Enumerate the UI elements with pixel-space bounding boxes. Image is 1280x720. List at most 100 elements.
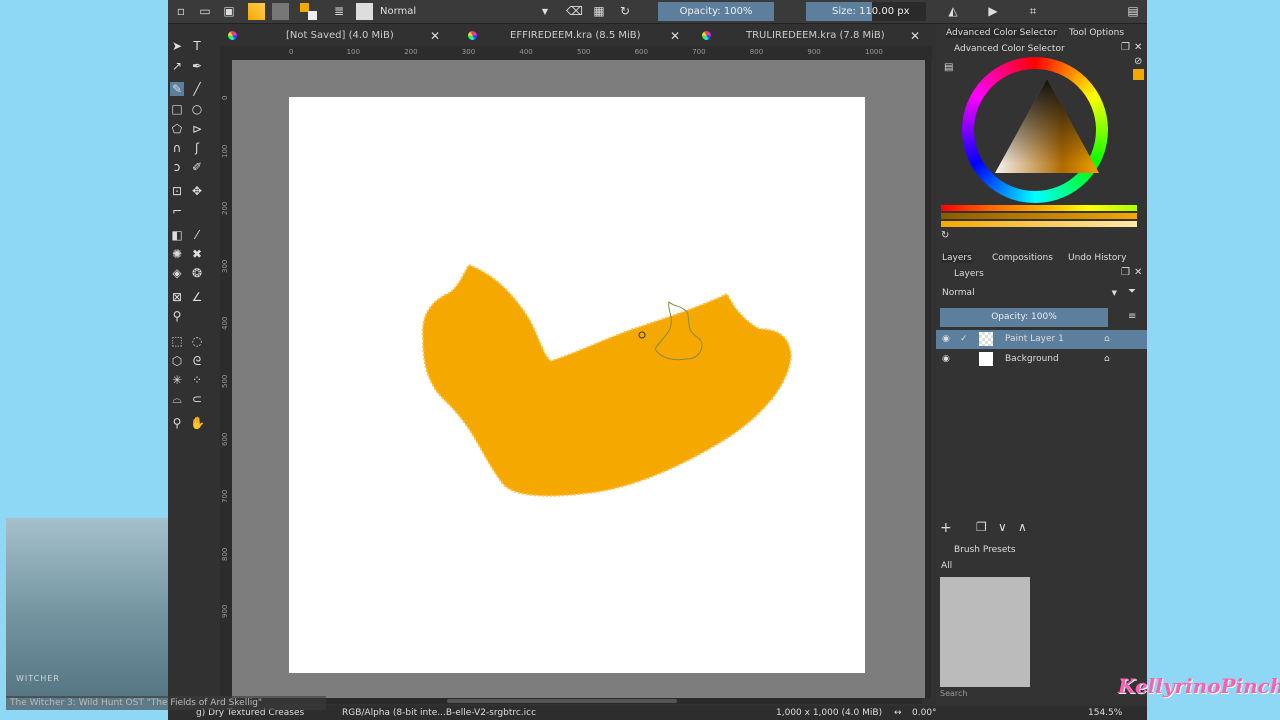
fill-tool-icon[interactable]: ◈ <box>170 266 184 280</box>
horizontal-scrollbar[interactable] <box>232 698 922 704</box>
close-icon[interactable]: ✕ <box>670 26 680 46</box>
reference-tool-icon[interactable]: ⚲ <box>170 309 184 323</box>
tab-layers[interactable]: Layers <box>942 253 972 263</box>
refresh-icon[interactable]: ↻ <box>941 230 949 241</box>
crop-icon[interactable]: ⌗ <box>1026 4 1040 18</box>
size-slider[interactable]: Size: 110.00 px <box>806 2 926 21</box>
eye-icon[interactable]: ◉ <box>942 350 950 369</box>
close-icon[interactable]: ✕ <box>430 26 440 46</box>
brush-preset-icon[interactable] <box>356 3 373 20</box>
float-icon[interactable]: ❐ <box>1121 42 1130 53</box>
transform-tool-icon[interactable]: ⊡ <box>170 184 184 198</box>
alpha-lock-icon[interactable]: ▦ <box>592 4 606 18</box>
background-color-swatch[interactable] <box>308 11 317 20</box>
no-color-icon[interactable]: ⊘ <box>1134 56 1142 67</box>
current-color-swatch[interactable] <box>1133 69 1144 80</box>
tab-compositions[interactable]: Compositions <box>992 253 1053 263</box>
presets-filter[interactable]: All <box>941 561 952 571</box>
edit-shapes-icon[interactable]: ↗ <box>170 59 184 73</box>
mirror-vertical-icon[interactable]: ▶ <box>986 4 1000 18</box>
layer-blend-dropdown[interactable]: Normal ▼ <box>939 285 1121 301</box>
status-rotation[interactable]: 0.00° <box>912 708 937 718</box>
move-up-icon[interactable]: ∧ <box>1018 520 1027 534</box>
freehand-path-icon[interactable]: ʃ <box>190 141 204 155</box>
move-down-icon[interactable]: ∨ <box>998 520 1007 534</box>
colorize-mask-icon[interactable]: ✺ <box>170 247 184 261</box>
color-wheel[interactable] <box>962 57 1108 203</box>
calligraphy-icon[interactable]: ✒ <box>190 59 204 73</box>
ellipse-select-icon[interactable]: ◌ <box>190 334 204 348</box>
open-folder-icon[interactable]: ▭ <box>198 4 212 18</box>
measure-tool-icon[interactable]: ∠ <box>190 290 204 304</box>
smart-patch-icon[interactable]: ✖ <box>190 247 204 261</box>
reload-preset-icon[interactable]: ↻ <box>618 4 632 18</box>
check-icon[interactable]: ✓ <box>960 330 968 349</box>
tab-advanced-color-selector[interactable]: Advanced Color Selector <box>946 28 1057 38</box>
opacity-slider[interactable]: Opacity: 100% <box>658 2 774 21</box>
polyline-tool-icon[interactable]: ⊳ <box>190 122 204 136</box>
lock-icon[interactable]: ⌂ <box>1104 350 1110 369</box>
color-triangle[interactable] <box>995 79 1099 173</box>
status-zoom[interactable]: 154.5% <box>1088 708 1122 718</box>
pattern-swatch[interactable] <box>272 3 289 20</box>
zoom-tool-icon[interactable]: ⚲ <box>170 416 184 430</box>
add-layer-icon[interactable]: + <box>940 520 952 536</box>
workspace-icon[interactable]: ▤ <box>1126 4 1140 18</box>
close-icon[interactable]: ✕ <box>1134 267 1142 278</box>
text-tool-icon[interactable]: T <box>190 39 204 53</box>
new-document-icon[interactable]: ▫ <box>174 4 188 18</box>
canvas[interactable] <box>289 97 865 673</box>
polygon-select-icon[interactable]: ⬡ <box>170 354 184 368</box>
close-icon[interactable]: ✕ <box>910 26 920 46</box>
filter-icon[interactable]: ⏷ <box>1128 286 1136 297</box>
lock-icon[interactable]: ⌂ <box>1104 330 1110 349</box>
tab-not-saved[interactable]: [Not Saved] (4.0 MiB) ✕ <box>228 26 440 46</box>
color-settings-icon[interactable]: ▤ <box>944 62 953 73</box>
brush-preset-grid[interactable] <box>940 577 1030 687</box>
polygon-tool-icon[interactable]: ⬠ <box>170 122 184 136</box>
close-icon[interactable]: ✕ <box>1134 42 1142 53</box>
multibrush-icon[interactable]: ✐ <box>190 160 204 174</box>
gradient-tool-icon[interactable]: ◧ <box>170 228 184 242</box>
enclose-fill-icon[interactable]: ❂ <box>190 266 204 280</box>
eraser-icon[interactable]: ⌫ <box>566 4 583 18</box>
layer-row[interactable]: ◉ Background ⌂ <box>936 350 1147 369</box>
blend-mode-dropdown[interactable]: Normal ▼ <box>376 3 552 21</box>
horizontal-scroll-thumb[interactable] <box>447 699 677 703</box>
crop-tool-icon[interactable]: ⌐ <box>170 204 184 218</box>
similar-select-icon[interactable]: ⁘ <box>190 373 204 387</box>
value-bar[interactable] <box>941 221 1137 227</box>
brush-settings-icon[interactable]: ≣ <box>332 4 346 18</box>
color-picker-icon[interactable]: ⁄ <box>190 228 204 242</box>
pan-tool-icon[interactable]: ✋ <box>190 416 205 430</box>
dynamic-brush-icon[interactable]: ↄ <box>170 160 184 174</box>
preset-search-input[interactable]: Search <box>940 689 967 698</box>
save-icon[interactable]: ▣ <box>222 4 236 18</box>
gradient-swatch[interactable] <box>248 3 265 20</box>
freehand-brush-icon[interactable]: ✎ <box>170 82 184 96</box>
mirror-horizontal-icon[interactable]: ◭ <box>946 4 960 18</box>
bezier-tool-icon[interactable]: ∩ <box>170 141 184 155</box>
duplicate-layer-icon[interactable]: ❐ <box>976 520 987 534</box>
assistant-tool-icon[interactable]: ⊠ <box>170 290 184 304</box>
vertical-scrollbar[interactable] <box>925 60 931 698</box>
float-icon[interactable]: ❐ <box>1121 267 1130 278</box>
layer-opacity-slider[interactable]: Opacity: 100% <box>940 308 1108 327</box>
magnetic-select-icon[interactable]: ⊂ <box>190 392 204 406</box>
ellipse-tool-icon[interactable]: ○ <box>190 102 204 116</box>
contiguous-select-icon[interactable]: ✳ <box>170 373 184 387</box>
eye-icon[interactable]: ◉ <box>942 330 950 349</box>
hue-bar[interactable] <box>941 205 1137 211</box>
rotate-icon[interactable]: ↔ <box>894 708 902 718</box>
canvas-viewport[interactable] <box>232 60 930 698</box>
tab-effiredeem[interactable]: EFFIREDEEM.kra (8.5 MiB) ✕ <box>468 26 680 46</box>
move-tool-icon[interactable]: ✥ <box>190 184 204 198</box>
layer-row[interactable]: ◉ ✓ Paint Layer 1 ⌂ <box>936 330 1147 349</box>
tab-undo-history[interactable]: Undo History <box>1068 253 1126 263</box>
bezier-select-icon[interactable]: ⌓ <box>170 392 184 406</box>
tab-tool-options[interactable]: Tool Options <box>1069 28 1124 38</box>
saturation-bar[interactable] <box>941 213 1137 219</box>
layer-menu-icon[interactable]: ≡ <box>1128 311 1136 322</box>
rect-select-icon[interactable]: ⬚ <box>170 334 184 348</box>
line-tool-icon[interactable]: ╱ <box>190 82 204 96</box>
